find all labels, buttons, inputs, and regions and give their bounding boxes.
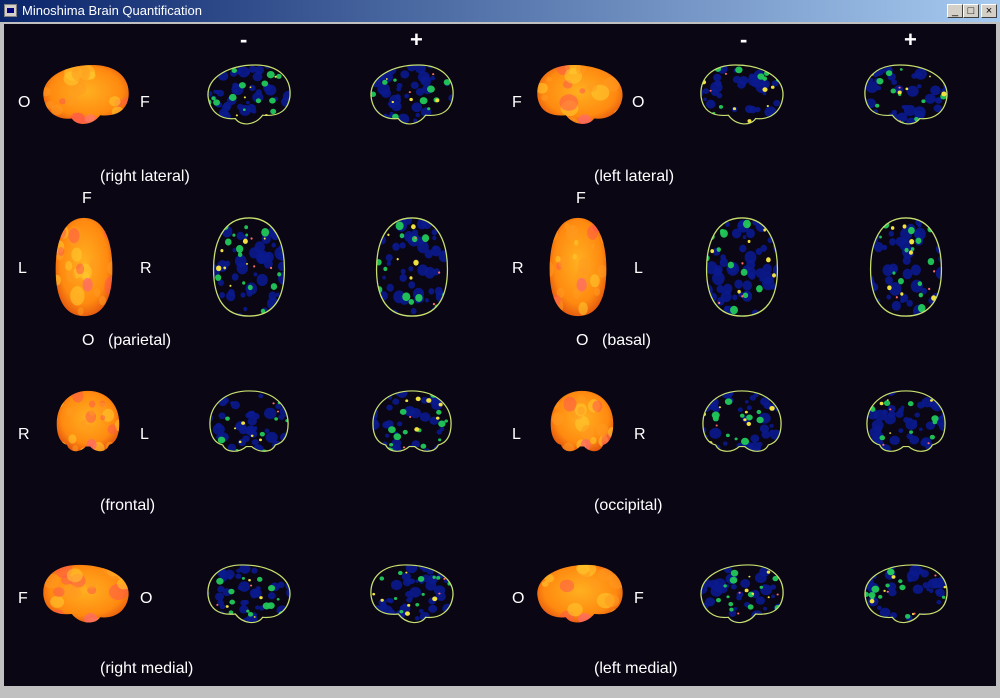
left-medial-decrease-map: [692, 560, 792, 650]
orient-label: F: [82, 190, 92, 207]
column-minus-left: -: [240, 27, 248, 52]
image-canvas: - + - + O F (right lateral) F O (left la…: [4, 24, 996, 686]
orient-label: R: [512, 260, 524, 277]
orient-label: O: [18, 94, 31, 111]
left-lateral-increase-map: [856, 60, 956, 152]
occipital-decrease-map: [692, 386, 792, 476]
right-lateral-increase-map: [362, 60, 462, 152]
occipital-surface-render: [542, 386, 622, 476]
maximize-button[interactable]: □: [963, 4, 979, 18]
view-caption-right-medial: (right medial): [100, 660, 194, 677]
orient-label: R: [18, 426, 30, 443]
parietal-increase-map: [362, 214, 462, 322]
occipital-increase-map: [856, 386, 956, 476]
window-title: Minoshima Brain Quantification: [22, 3, 202, 18]
view-caption-left-medial: (left medial): [594, 660, 678, 677]
orient-label: O: [632, 94, 645, 111]
close-button[interactable]: ×: [981, 4, 997, 18]
column-plus-left: +: [410, 27, 423, 52]
left-medial-increase-map: [856, 560, 956, 650]
view-caption-occipital: (occipital): [594, 497, 663, 514]
basal-decrease-map: [692, 214, 792, 322]
title-bar[interactable]: Minoshima Brain Quantification _ □ ×: [0, 0, 1000, 22]
orient-label: O: [576, 332, 589, 349]
orient-label: L: [512, 426, 521, 443]
basal-increase-map: [856, 214, 956, 322]
left-lateral-surface-render: [528, 60, 632, 152]
orient-label: F: [18, 590, 28, 607]
orient-label: F: [576, 190, 586, 207]
view-caption-right-lateral: (right lateral): [100, 168, 190, 185]
parietal-decrease-map: [199, 214, 299, 322]
right-medial-increase-map: [362, 560, 462, 650]
orient-label: L: [634, 260, 643, 277]
minimize-button[interactable]: _: [947, 4, 963, 18]
orient-label: O: [82, 332, 95, 349]
right-lateral-decrease-map: [199, 60, 299, 152]
right-medial-surface-render: [34, 560, 138, 650]
app-window: Minoshima Brain Quantification _ □ × - +…: [0, 0, 1000, 698]
orient-label: F: [512, 94, 522, 111]
left-medial-surface-render: [528, 560, 632, 650]
view-caption-left-lateral: (left lateral): [594, 168, 675, 185]
column-plus-right: +: [904, 27, 917, 52]
orient-label: L: [18, 260, 27, 277]
right-medial-decrease-map: [199, 560, 299, 650]
right-lateral-surface-render: [34, 60, 138, 152]
orient-label: O: [512, 590, 525, 607]
frontal-increase-map: [362, 386, 462, 476]
column-minus-right: -: [740, 27, 748, 52]
view-caption-basal: (basal): [602, 332, 651, 349]
view-caption-parietal: (parietal): [108, 332, 172, 349]
orient-label: O: [140, 590, 153, 607]
left-lateral-decrease-map: [692, 60, 792, 152]
parietal-surface-render: [44, 214, 124, 322]
frontal-decrease-map: [199, 386, 299, 476]
basal-surface-render: [538, 214, 618, 322]
orient-label: L: [140, 426, 149, 443]
orient-label: R: [634, 426, 646, 443]
orient-label: F: [140, 94, 150, 111]
orient-label: F: [634, 590, 644, 607]
orient-label: R: [140, 260, 152, 277]
view-caption-frontal: (frontal): [100, 497, 156, 514]
app-icon[interactable]: [4, 4, 17, 17]
frontal-surface-render: [48, 386, 128, 476]
